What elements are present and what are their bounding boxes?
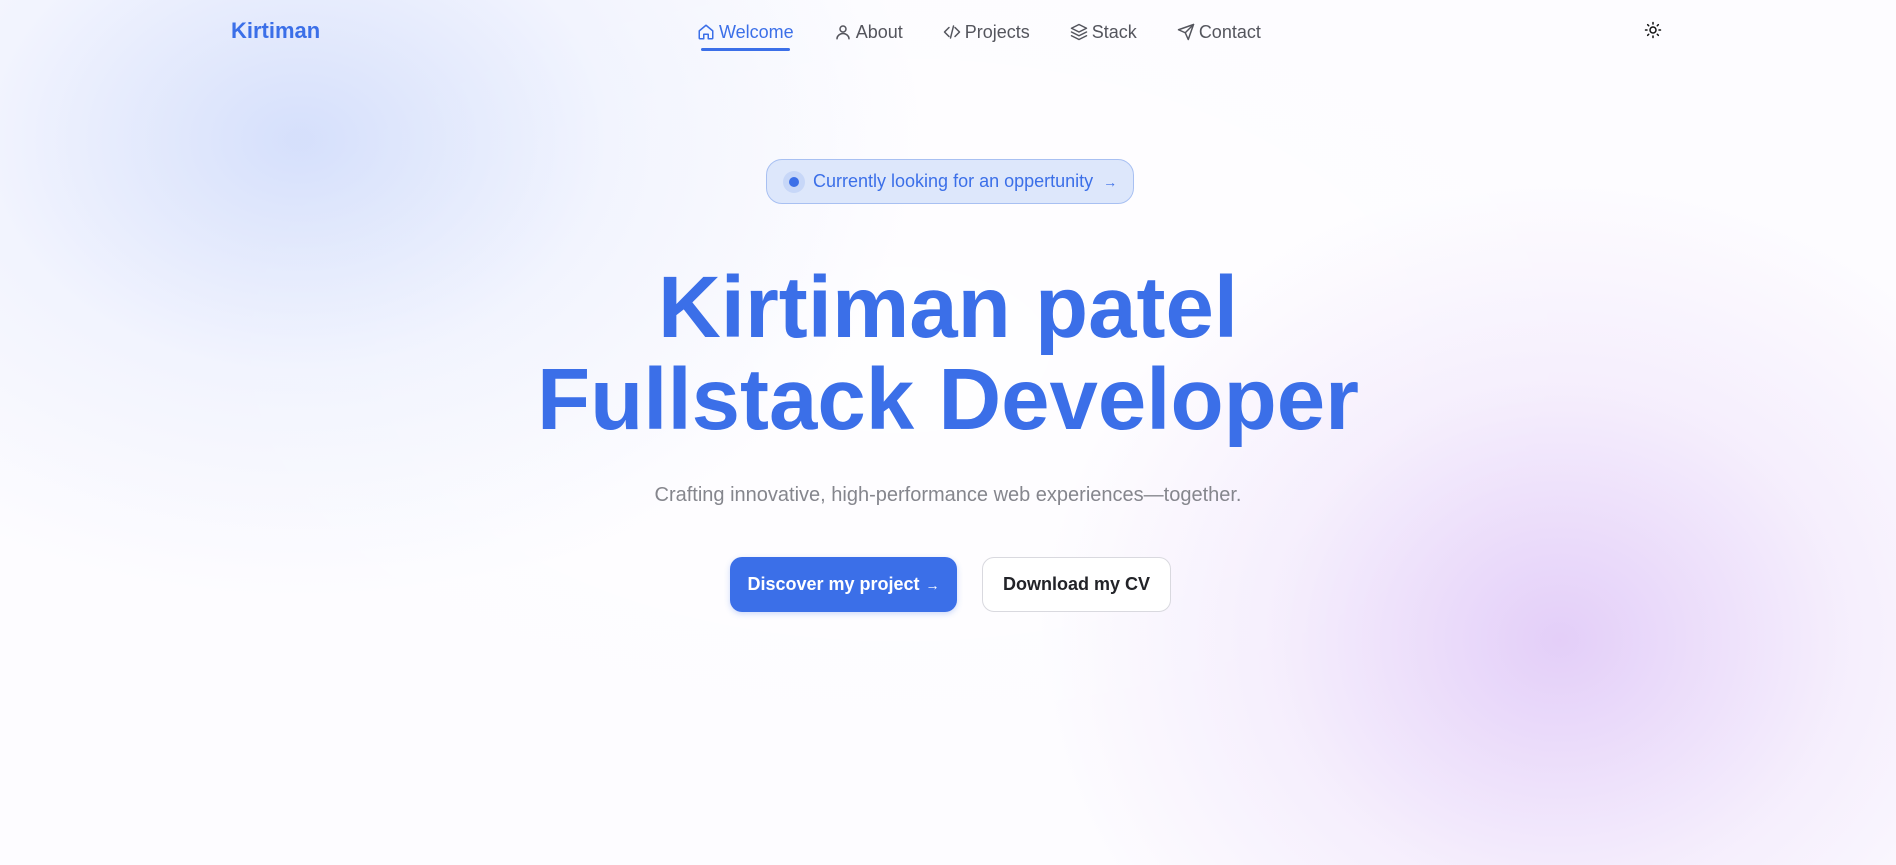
status-dot-icon	[783, 170, 805, 193]
top-navbar: Kirtiman Welcome About Projects Stack Co…	[0, 0, 1896, 64]
hero-headline-name: Kirtiman patel	[657, 259, 1239, 356]
nav-item-label: Contact	[1198, 21, 1261, 42]
nav-item-contact[interactable]: Contact	[1177, 18, 1261, 46]
home-icon	[697, 23, 715, 41]
nav-item-projects[interactable]: Projects	[943, 18, 1030, 46]
theme-toggle-button[interactable]	[1642, 21, 1664, 43]
brand-logo[interactable]: Kirtiman	[231, 18, 320, 44]
user-icon	[834, 23, 852, 41]
nav-item-label: Stack	[1091, 21, 1137, 42]
arrow-right-icon: →	[925, 576, 940, 593]
nav-item-label: Projects	[964, 21, 1030, 42]
sun-icon	[1644, 21, 1662, 44]
discover-project-label: Discover my project	[747, 574, 920, 594]
main-nav: Welcome About Projects Stack Contact	[697, 18, 1261, 51]
hero-subtitle: Crafting innovative, high-performance we…	[654, 484, 1242, 506]
hero-headline-role: Fullstack Developer	[537, 351, 1359, 448]
status-badge-text: Currently looking for an oppertunity	[813, 171, 1094, 191]
layers-icon	[1070, 23, 1088, 41]
nav-item-about[interactable]: About	[834, 18, 903, 46]
discover-project-button[interactable]: Discover my project →	[730, 557, 957, 612]
nav-item-label: Welcome	[719, 21, 794, 42]
code-icon	[943, 23, 961, 41]
download-cv-button[interactable]: Download my CV	[982, 557, 1171, 612]
download-cv-label: Download my CV	[1002, 574, 1150, 594]
send-icon	[1177, 23, 1195, 41]
nav-item-label: About	[855, 21, 903, 42]
nav-item-welcome[interactable]: Welcome	[697, 18, 794, 51]
arrow-right-icon: →	[1103, 173, 1118, 190]
status-badge[interactable]: Currently looking for an oppertunity →	[766, 159, 1134, 204]
nav-item-stack[interactable]: Stack	[1070, 18, 1137, 46]
